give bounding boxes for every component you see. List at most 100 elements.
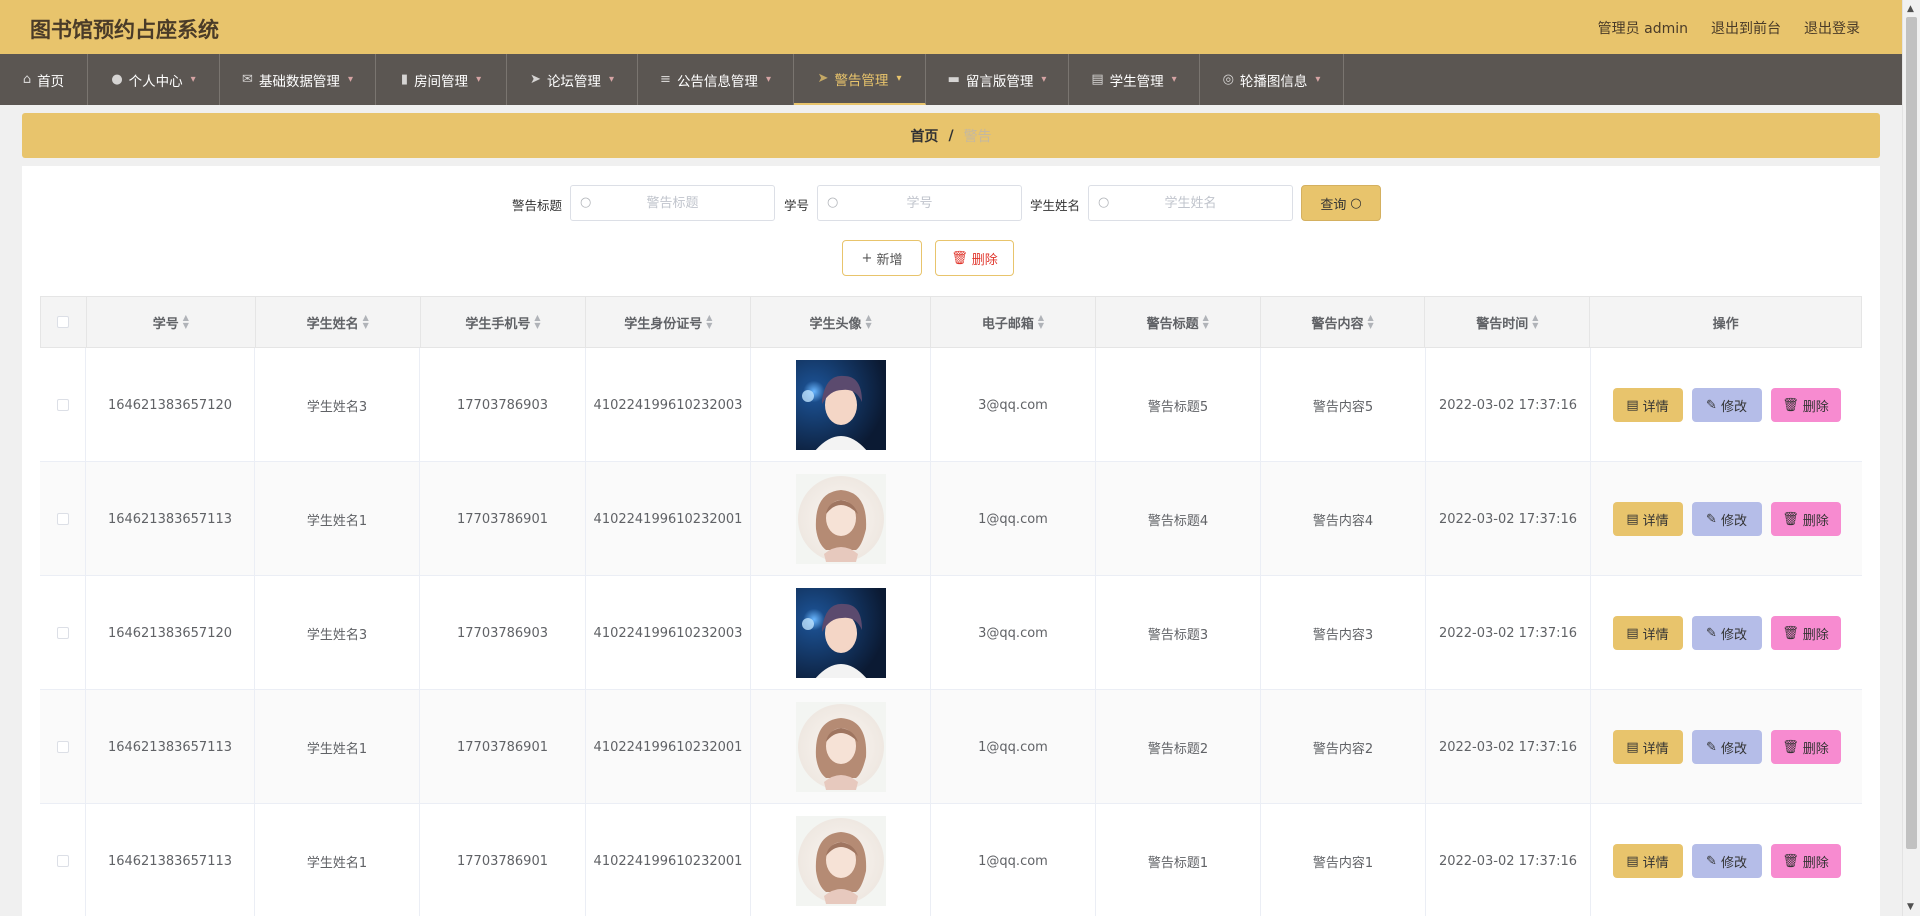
- warnings-table: 学号 ▲ ▼ 学生姓名 ▲ ▼ 学生手机号 ▲ ▼ 学生身份证号 ▲ ▼ 学生头像 ▲ ▼ 电子邮箱…: [40, 296, 1862, 916]
- cell-student-name: 学生姓名1: [255, 690, 420, 804]
- add-button[interactable]: + 新增: [842, 240, 922, 276]
- cell-id-card: 410224199610232003: [586, 348, 751, 462]
- send-icon: ➤: [817, 71, 829, 86]
- col-warning-title[interactable]: 警告标题 ▲ ▼: [1096, 297, 1261, 347]
- sort-icon: ▲ ▼: [1037, 313, 1044, 330]
- nav-item-home[interactable]: ⌂ 首页: [0, 54, 88, 105]
- remove-button-label: 删除: [1802, 627, 1829, 643]
- student-id-input[interactable]: [818, 186, 1021, 220]
- student-name-input[interactable]: [1089, 186, 1292, 220]
- front-link[interactable]: 退出到前台: [1711, 18, 1781, 38]
- trash-icon: 🗑: [1782, 397, 1799, 413]
- remove-button[interactable]: 🗑 删除: [1770, 730, 1841, 764]
- nav-item-warnings[interactable]: ➤ 警告管理 ▾: [794, 54, 926, 105]
- warning-title-field[interactable]: ○: [570, 185, 775, 221]
- col-warning-content[interactable]: 警告内容 ▲ ▼: [1261, 297, 1426, 347]
- column-label: 电子邮箱: [981, 316, 1034, 332]
- chevron-down-icon: ▾: [476, 74, 482, 85]
- edit-button[interactable]: ✎ 修改: [1691, 388, 1762, 422]
- edit-button-label: 修改: [1720, 741, 1747, 757]
- nav-item-forum[interactable]: ➤ 论坛管理 ▾: [507, 54, 638, 105]
- detail-button[interactable]: ▤ 详情: [1612, 502, 1683, 536]
- cell-warning-time: 2022-03-02 17:37:16: [1426, 462, 1591, 576]
- document-icon: ▤: [1626, 853, 1639, 869]
- edit-button[interactable]: ✎ 修改: [1691, 616, 1762, 650]
- remove-button-label: 删除: [1802, 513, 1829, 529]
- row-checkbox[interactable]: [56, 399, 69, 411]
- chevron-down-icon: ▾: [1041, 74, 1047, 85]
- nav-item-label: 基础数据管理: [258, 73, 340, 90]
- nav-item-students[interactable]: ▤ 学生管理 ▾: [1069, 54, 1200, 105]
- nav-item-profile[interactable]: ● 个人中心 ▾: [88, 54, 220, 105]
- send-icon: ➤: [530, 72, 541, 87]
- col-avatar[interactable]: 学生头像 ▲ ▼: [751, 297, 931, 347]
- student-name-label: 学生姓名: [1030, 198, 1081, 213]
- col-warning-time[interactable]: 警告时间 ▲ ▼: [1425, 297, 1591, 347]
- cell-student-name: 学生姓名3: [255, 348, 420, 462]
- edit-button[interactable]: ✎ 修改: [1691, 730, 1762, 764]
- remove-button-label: 删除: [1802, 741, 1829, 757]
- delete-button-label: 删除: [971, 252, 998, 268]
- col-email[interactable]: 电子邮箱 ▲ ▼: [931, 297, 1096, 347]
- col-phone[interactable]: 学生手机号 ▲ ▼: [421, 297, 587, 347]
- scrollbar-thumb[interactable]: [1906, 17, 1917, 849]
- delete-button[interactable]: 🗑 删除: [935, 240, 1014, 276]
- remove-button[interactable]: 🗑 删除: [1770, 388, 1841, 422]
- trash-icon: 🗑: [1782, 739, 1799, 755]
- document-icon: ▤: [1626, 739, 1639, 755]
- chevron-down-icon: ▾: [608, 74, 614, 85]
- edit-button[interactable]: ✎ 修改: [1691, 502, 1762, 536]
- row-checkbox[interactable]: [56, 741, 69, 753]
- detail-button[interactable]: ▤ 详情: [1612, 844, 1683, 878]
- sort-icon: ▲ ▼: [706, 313, 713, 330]
- row-checkbox[interactable]: [56, 855, 69, 867]
- column-label: 警告时间: [1476, 316, 1529, 332]
- detail-button[interactable]: ▤ 详情: [1612, 616, 1683, 650]
- cell-warning-title: 警告标题2: [1096, 690, 1261, 804]
- edit-button[interactable]: ✎ 修改: [1691, 844, 1762, 878]
- logout-link[interactable]: 退出登录: [1804, 18, 1860, 38]
- query-button[interactable]: 查询 ○: [1301, 185, 1381, 221]
- nav-item-messages[interactable]: ▬ 留言版管理 ▾: [926, 54, 1069, 105]
- scroll-down-icon[interactable]: ▼: [1907, 902, 1914, 912]
- search-icon: ○: [827, 195, 839, 210]
- home-icon: ⌂: [22, 72, 32, 87]
- vertical-scrollbar[interactable]: ▲ ▼: [1902, 0, 1920, 916]
- nav-item-rooms[interactable]: ▮ 房间管理 ▾: [376, 54, 507, 105]
- sort-icon: ▲ ▼: [1367, 313, 1374, 330]
- student-id-field[interactable]: ○: [817, 185, 1022, 221]
- col-student-name[interactable]: 学生姓名 ▲ ▼: [256, 297, 421, 347]
- cell-id-card: 410224199610232001: [586, 462, 751, 576]
- col-id-card[interactable]: 学生身份证号 ▲ ▼: [586, 297, 752, 347]
- cell-warning-time: 2022-03-02 17:37:16: [1426, 348, 1591, 462]
- trash-icon: 🗑: [951, 250, 968, 266]
- nav-item-label: 轮播图信息: [1239, 73, 1308, 90]
- scroll-up-icon[interactable]: ▲: [1907, 4, 1914, 14]
- student-avatar: [795, 816, 886, 906]
- select-all-checkbox[interactable]: [57, 316, 70, 328]
- pencil-icon: ✎: [1706, 739, 1717, 755]
- remove-button[interactable]: 🗑 删除: [1770, 616, 1841, 650]
- column-label: 学生姓名: [306, 316, 359, 332]
- nav-item-carousel[interactable]: ◎ 轮播图信息 ▾: [1200, 54, 1344, 105]
- detail-button-label: 详情: [1642, 741, 1669, 757]
- nav-item-notices[interactable]: ≡ 公告信息管理 ▾: [638, 54, 794, 105]
- trash-icon: 🗑: [1782, 625, 1799, 641]
- edit-button-label: 修改: [1720, 399, 1747, 415]
- remove-button[interactable]: 🗑 删除: [1770, 844, 1841, 878]
- row-checkbox[interactable]: [56, 513, 69, 525]
- warning-title-input[interactable]: [571, 186, 774, 220]
- cell-email: 3@qq.com: [931, 348, 1096, 462]
- col-student-id[interactable]: 学号 ▲ ▼: [87, 297, 256, 347]
- cell-warning-content: 警告内容3: [1261, 576, 1426, 690]
- remove-button[interactable]: 🗑 删除: [1770, 502, 1841, 536]
- detail-button[interactable]: ▤ 详情: [1612, 730, 1683, 764]
- cell-phone: 17703786901: [420, 804, 586, 916]
- breadcrumb-home[interactable]: 首页: [910, 126, 938, 146]
- cell-actions: ▤ 详情 ✎ 修改 🗑 删除: [1591, 348, 1862, 462]
- detail-button[interactable]: ▤ 详情: [1612, 388, 1683, 422]
- student-name-field[interactable]: ○: [1088, 185, 1293, 221]
- cell-student-name: 学生姓名1: [255, 462, 420, 576]
- row-checkbox[interactable]: [56, 627, 69, 639]
- nav-item-basic-data[interactable]: ✉ 基础数据管理 ▾: [220, 54, 376, 105]
